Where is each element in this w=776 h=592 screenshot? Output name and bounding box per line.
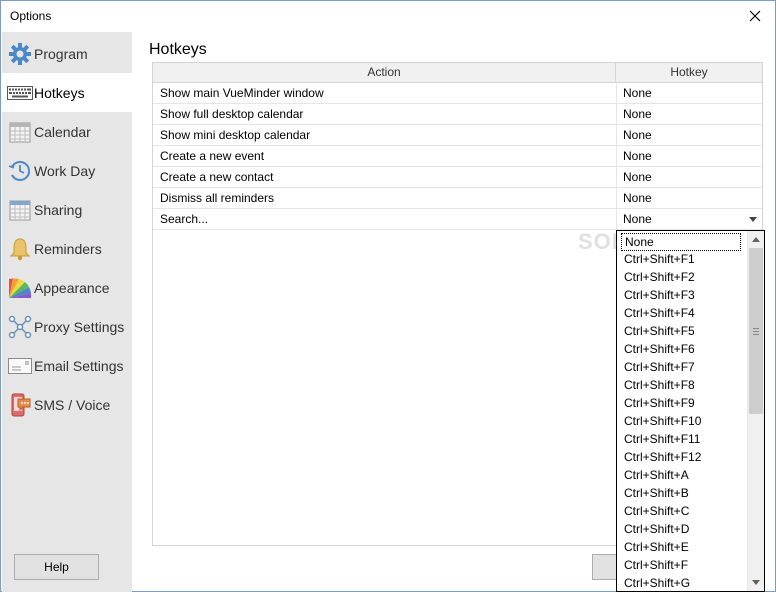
sidebar-item-label: SMS / Voice xyxy=(34,396,111,413)
clock-icon xyxy=(7,158,33,184)
sidebar-item-label: Reminders xyxy=(34,240,102,257)
phone-message-icon xyxy=(7,392,33,418)
table-row[interactable]: Show main VueMinder window None xyxy=(153,83,762,104)
sidebar-item-hotkeys[interactable]: Hotkeys xyxy=(2,73,132,112)
sidebar-item-sms-voice[interactable]: SMS / Voice xyxy=(2,385,132,424)
window-title: Options xyxy=(10,9,52,23)
sidebar-item-label: Proxy Settings xyxy=(34,318,125,335)
dropdown-option[interactable]: Ctrl+Shift+F3 xyxy=(618,286,746,304)
dropdown-option[interactable]: Ctrl+Shift+G xyxy=(618,574,746,591)
action-cell: Dismiss all reminders xyxy=(160,191,275,205)
sidebar-item-proxy-settings[interactable]: Proxy Settings xyxy=(2,307,132,346)
hotkey-combobox-value: None xyxy=(623,212,652,226)
combobox-dropdown-button[interactable] xyxy=(746,211,760,227)
dropdown-option[interactable]: Ctrl+Shift+F1 xyxy=(618,250,746,268)
table-header: Action Hotkey xyxy=(153,63,762,83)
dropdown-option[interactable]: Ctrl+Shift+F5 xyxy=(618,322,746,340)
scrollbar-thumb[interactable] xyxy=(749,248,763,414)
options-window: Options Program Hotkeys Calendar Work Da… xyxy=(0,0,776,592)
action-cell: Show mini desktop calendar xyxy=(160,128,311,142)
scroll-down-button[interactable] xyxy=(748,574,764,591)
sidebar-item-sharing[interactable]: Sharing xyxy=(2,190,132,229)
table-row[interactable]: Show full desktop calendar None xyxy=(153,104,762,125)
sidebar-item-label: Program xyxy=(34,45,88,62)
close-icon xyxy=(749,10,761,22)
network-icon xyxy=(7,314,33,340)
action-cell: Show full desktop calendar xyxy=(160,107,304,121)
bell-icon xyxy=(7,236,33,262)
gear-icon xyxy=(7,41,33,67)
dropdown-option[interactable]: Ctrl+Shift+F xyxy=(618,556,746,574)
dropdown-option[interactable]: Ctrl+Shift+F9 xyxy=(618,394,746,412)
hotkey-cell[interactable]: None xyxy=(616,83,762,103)
hotkey-cell[interactable]: None xyxy=(616,146,762,166)
action-cell: Create a new event xyxy=(160,149,265,163)
shared-calendar-icon xyxy=(7,197,33,223)
sidebar-item-reminders[interactable]: Reminders xyxy=(2,229,132,268)
action-cell: Search... xyxy=(160,212,209,226)
help-button[interactable]: Help xyxy=(14,554,99,580)
page-title: Hotkeys xyxy=(149,41,207,58)
chevron-down-icon xyxy=(752,580,760,585)
dropdown-option[interactable]: Ctrl+Shift+F6 xyxy=(618,340,746,358)
chevron-up-icon xyxy=(752,237,760,242)
sidebar-item-label: Calendar xyxy=(34,123,91,140)
sidebar-item-program[interactable]: Program xyxy=(2,34,132,73)
sidebar-item-label: Sharing xyxy=(34,201,83,218)
table-row[interactable]: Search... None xyxy=(153,209,762,230)
dropdown-option[interactable]: Ctrl+Shift+F10 xyxy=(618,412,746,430)
hotkey-cell[interactable]: None xyxy=(616,188,762,208)
dropdown-option[interactable]: Ctrl+Shift+F12 xyxy=(618,448,746,466)
sidebar: Program Hotkeys Calendar Work Day Sharin… xyxy=(2,32,132,549)
title-bar: Options xyxy=(1,1,775,31)
sidebar-item-calendar[interactable]: Calendar xyxy=(2,112,132,151)
dropdown-option[interactable]: Ctrl+Shift+F11 xyxy=(618,430,746,448)
hotkey-dropdown-list[interactable]: None Ctrl+Shift+F1 Ctrl+Shift+F2 Ctrl+Sh… xyxy=(616,230,765,592)
dropdown-option[interactable]: Ctrl+Shift+D xyxy=(618,520,746,538)
dropdown-option[interactable]: Ctrl+Shift+F2 xyxy=(618,268,746,286)
close-button[interactable] xyxy=(735,1,775,31)
hotkey-cell[interactable]: None xyxy=(616,125,762,145)
dropdown-option[interactable]: Ctrl+Shift+F8 xyxy=(618,376,746,394)
dropdown-option[interactable]: Ctrl+Shift+A xyxy=(618,466,746,484)
grip-icon xyxy=(753,327,759,335)
hotkey-cell[interactable]: None xyxy=(616,104,762,124)
dropdown-scrollbar[interactable] xyxy=(747,231,764,591)
sidebar-item-label: Email Settings xyxy=(34,357,124,374)
dropdown-option[interactable]: Ctrl+Shift+E xyxy=(618,538,746,556)
dropdown-option[interactable]: Ctrl+Shift+C xyxy=(618,502,746,520)
sidebar-item-label: Appearance xyxy=(34,279,110,296)
sidebar-item-label: Hotkeys xyxy=(34,84,85,101)
column-header-hotkey[interactable]: Hotkey xyxy=(616,63,762,82)
column-header-action[interactable]: Action xyxy=(153,63,616,82)
scroll-up-button[interactable] xyxy=(748,231,764,248)
hotkey-combobox[interactable]: None xyxy=(616,209,762,229)
dropdown-option[interactable]: Ctrl+Shift+F7 xyxy=(618,358,746,376)
table-row[interactable]: Show mini desktop calendar None xyxy=(153,125,762,146)
table-row[interactable]: Create a new event None xyxy=(153,146,762,167)
table-row[interactable]: Dismiss all reminders None xyxy=(153,188,762,209)
sidebar-item-label: Work Day xyxy=(34,162,96,179)
sidebar-item-email-settings[interactable]: Email Settings xyxy=(2,346,132,385)
sidebar-item-appearance[interactable]: Appearance xyxy=(2,268,132,307)
keyboard-icon xyxy=(7,80,33,106)
hotkey-cell[interactable]: None xyxy=(616,167,762,187)
dropdown-option[interactable]: None xyxy=(621,233,741,251)
chevron-down-icon xyxy=(749,216,757,222)
palette-icon xyxy=(7,275,33,301)
envelope-icon xyxy=(7,353,33,379)
table-row[interactable]: Create a new contact None xyxy=(153,167,762,188)
calendar-icon xyxy=(7,119,33,145)
dropdown-option[interactable]: Ctrl+Shift+F4 xyxy=(618,304,746,322)
action-cell: Show main VueMinder window xyxy=(160,86,324,100)
dropdown-option[interactable]: Ctrl+Shift+B xyxy=(618,484,746,502)
sidebar-item-work-day[interactable]: Work Day xyxy=(2,151,132,190)
action-cell: Create a new contact xyxy=(160,170,274,184)
